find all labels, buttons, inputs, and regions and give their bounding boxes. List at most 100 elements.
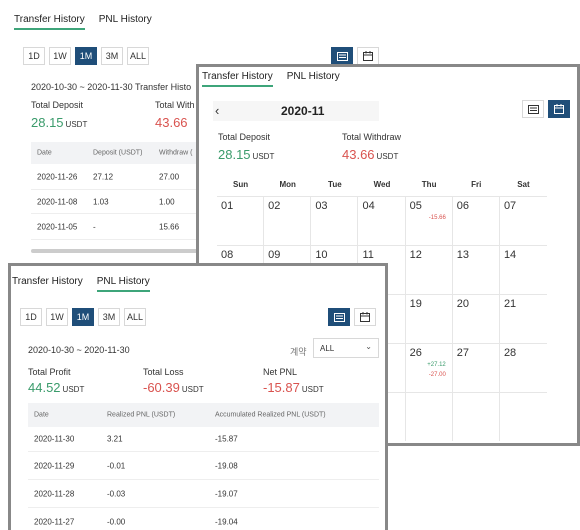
day-number: 21 xyxy=(503,298,517,310)
day-number: 04 xyxy=(362,200,375,212)
calendar-day[interactable] xyxy=(405,392,453,441)
day-number: 26 xyxy=(409,347,422,359)
range-1w-button[interactable]: 1W xyxy=(49,47,71,65)
range-1d-button[interactable]: 1D xyxy=(20,308,42,326)
tab-pnl-history[interactable]: PNL History xyxy=(96,276,150,292)
table-row: 2020-11-30 3.21 -15.87 xyxy=(28,427,379,452)
calendar-day[interactable]: 02 xyxy=(264,196,312,245)
table-row: 2020-11-26 27.12 27.00 xyxy=(31,164,211,190)
range-selector: 1D 1W 1M 3M ALL xyxy=(20,308,146,326)
calendar-day[interactable]: 19 xyxy=(405,294,453,343)
range-all-button[interactable]: ALL xyxy=(127,47,149,65)
calendar-view-button[interactable] xyxy=(548,100,570,118)
table-row: 2020-11-08 1.03 1.00 xyxy=(31,190,211,214)
day-number: 05 xyxy=(409,200,422,212)
calendar-day[interactable]: 12 xyxy=(405,245,453,294)
day-number: 02 xyxy=(268,200,281,212)
calendar-icon xyxy=(554,104,564,114)
calendar-day[interactable]: 20 xyxy=(452,294,500,343)
chevron-left-icon[interactable]: ‹ xyxy=(215,103,219,118)
total-profit-value: 44.52 USDT xyxy=(28,380,85,395)
day-number: 09 xyxy=(268,249,281,261)
calendar-day[interactable] xyxy=(452,392,500,441)
range-1d-button[interactable]: 1D xyxy=(23,47,45,65)
list-view-button[interactable] xyxy=(522,100,544,118)
calendar-day[interactable]: 21 xyxy=(499,294,548,343)
table-row: 2020-11-27 -0.00 -19.04 xyxy=(34,517,238,527)
weekday-label: Sun xyxy=(233,180,249,189)
day-number: 13 xyxy=(456,249,470,261)
list-icon xyxy=(336,51,348,61)
total-withdraw-label: Total With xyxy=(155,100,195,110)
tab-transfer-history[interactable]: Transfer History xyxy=(12,276,83,292)
weekday-header: Sun Mon Tue Wed Thu Fri Sat xyxy=(217,174,547,196)
chevron-down-icon: ⌄ xyxy=(365,342,372,351)
tab-pnl-history[interactable]: PNL History xyxy=(287,71,340,87)
tab-transfer-history[interactable]: Transfer History xyxy=(14,14,85,30)
calendar-day[interactable]: 13 xyxy=(452,245,500,294)
horizontal-scrollbar[interactable] xyxy=(31,249,201,253)
day-number: 06 xyxy=(456,200,470,212)
calendar-view-button[interactable] xyxy=(357,47,379,65)
pnl-table: Date Realized PNL (USDT) Accumulated Rea… xyxy=(28,403,379,530)
day-number: 07 xyxy=(503,200,517,212)
calendar-icon xyxy=(363,51,373,61)
range-1w-button[interactable]: 1W xyxy=(46,308,68,326)
total-deposit-label: Total Deposit xyxy=(31,100,84,110)
month-header: ‹ 2020-11 xyxy=(213,101,379,121)
list-view-button[interactable] xyxy=(331,47,353,65)
day-number: 20 xyxy=(456,298,470,310)
calendar-day[interactable]: 01 xyxy=(217,196,265,245)
day-number: 08 xyxy=(221,249,234,261)
day-number: 14 xyxy=(503,249,517,261)
weekday-label: Fri xyxy=(471,180,482,189)
day-deposit-amount: +27.12 xyxy=(427,362,446,368)
tab-bar: Transfer History PNL History xyxy=(14,14,152,30)
list-view-button[interactable] xyxy=(328,308,350,326)
tab-pnl-history[interactable]: PNL History xyxy=(99,14,152,30)
calendar-day[interactable]: 14 xyxy=(499,245,548,294)
range-1m-button[interactable]: 1M xyxy=(72,308,94,326)
day-withdraw-amount: -27.00 xyxy=(428,372,446,378)
net-pnl-value: -15.87 USDT xyxy=(263,380,324,395)
calendar-view-button[interactable] xyxy=(354,308,376,326)
day-number: 19 xyxy=(409,298,422,310)
day-number: 03 xyxy=(315,200,328,212)
view-toggle xyxy=(522,100,570,118)
calendar-day[interactable]: 07 xyxy=(499,196,548,245)
contract-select-value: ALL xyxy=(320,344,335,353)
range-3m-button[interactable]: 3M xyxy=(101,47,123,65)
tab-transfer-history[interactable]: Transfer History xyxy=(202,71,273,87)
total-loss-label: Total Loss xyxy=(143,367,184,377)
total-deposit-value: 28.15 USDT xyxy=(31,115,88,130)
day-number: 01 xyxy=(221,200,234,212)
month-title: 2020-11 xyxy=(281,104,325,118)
calendar-day[interactable] xyxy=(499,392,548,441)
calendar-day[interactable]: 05 -15.66 xyxy=(405,196,453,245)
net-pnl-label: Net PNL xyxy=(263,367,298,377)
range-all-button[interactable]: ALL xyxy=(124,308,146,326)
range-1m-button[interactable]: 1M xyxy=(75,47,97,65)
total-withdraw-value: 43.66 USDT xyxy=(342,147,399,162)
calendar-day[interactable]: 27 xyxy=(452,343,500,392)
transfer-table: Date Deposit (USDT) Withdraw ( 2020-11-2… xyxy=(31,142,211,240)
calendar-week: 01 02 03 04 05 -15.66 06 07 xyxy=(217,196,548,245)
calendar-day[interactable]: 03 xyxy=(311,196,359,245)
header-withdraw: Withdraw ( xyxy=(159,149,193,157)
range-3m-button[interactable]: 3M xyxy=(98,308,120,326)
calendar-day[interactable]: 26 +27.12 -27.00 xyxy=(405,343,453,392)
weekday-label: Tue xyxy=(328,180,342,189)
date-range-text: 2020-10-30 ~ 2020-11-30 Transfer Histo xyxy=(31,82,192,92)
calendar-day[interactable]: 28 xyxy=(499,343,548,392)
table-header: Date Deposit (USDT) Withdraw ( xyxy=(31,142,211,164)
header-realized-pnl: Realized PNL (USDT) xyxy=(107,411,176,419)
day-withdraw-amount: -15.66 xyxy=(428,215,446,221)
calendar-day[interactable]: 04 xyxy=(358,196,406,245)
view-toggle xyxy=(331,47,379,65)
header-date: Date xyxy=(37,149,52,157)
day-number: 28 xyxy=(503,347,517,359)
calendar-day[interactable]: 06 xyxy=(452,196,500,245)
total-withdraw-value: 43.66 xyxy=(155,115,188,130)
weekday-label: Mon xyxy=(279,180,296,189)
contract-select[interactable]: ALL ⌄ xyxy=(313,338,379,358)
